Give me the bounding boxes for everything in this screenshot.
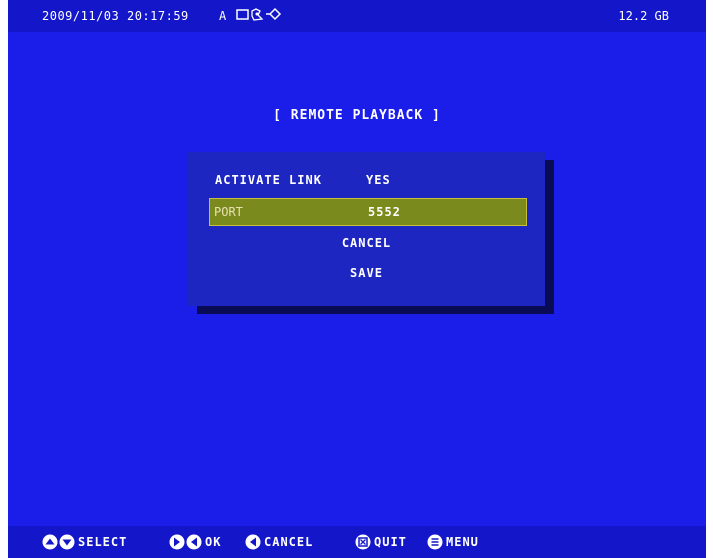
- network-icon: [266, 7, 282, 21]
- port-row[interactable]: PORT 5552: [209, 198, 527, 226]
- screen-icon: [236, 9, 249, 20]
- dvr-screen: 2009/11/03 20:17:59 A 12.2 GB [ REMOTE P…: [8, 0, 706, 558]
- page-title: [ REMOTE PLAYBACK ]: [273, 108, 441, 123]
- port-field[interactable]: 5552: [368, 205, 401, 219]
- quit-hint: QUIT: [355, 534, 407, 550]
- cancel-button[interactable]: CANCEL: [188, 236, 545, 250]
- menu-hint-label: MENU: [446, 535, 479, 549]
- cancel-hint-label: CANCEL: [264, 535, 314, 549]
- quit-hint-label: QUIT: [374, 535, 407, 549]
- menu-icon: [427, 534, 443, 550]
- port-label: PORT: [214, 205, 243, 219]
- select-hint: SELECT: [42, 534, 127, 550]
- left-arrow-icon: [245, 534, 261, 550]
- status-bar: 2009/11/03 20:17:59 A 12.2 GB: [8, 0, 706, 32]
- save-button[interactable]: SAVE: [188, 266, 545, 280]
- left-right-arrows-icon: [169, 534, 202, 550]
- mode-indicator: A: [219, 9, 227, 23]
- quit-icon: [355, 534, 371, 550]
- menu-hint: MENU: [427, 534, 479, 550]
- disk-space: 12.2 GB: [618, 9, 669, 23]
- ok-hint-label: OK: [205, 535, 222, 549]
- cancel-hint: CANCEL: [245, 534, 313, 550]
- ok-hint: OK: [169, 534, 221, 550]
- recording-icon: [251, 8, 264, 21]
- hint-bar: SELECT OK CANCEL QUIT MENU: [8, 526, 706, 558]
- activate-link-value[interactable]: YES: [366, 173, 391, 187]
- status-icons: [236, 7, 286, 23]
- datetime-display: 2009/11/03 20:17:59: [42, 9, 189, 23]
- activate-link-label[interactable]: ACTIVATE LINK: [215, 173, 322, 187]
- up-down-arrows-icon: [42, 534, 75, 550]
- select-hint-label: SELECT: [78, 535, 128, 549]
